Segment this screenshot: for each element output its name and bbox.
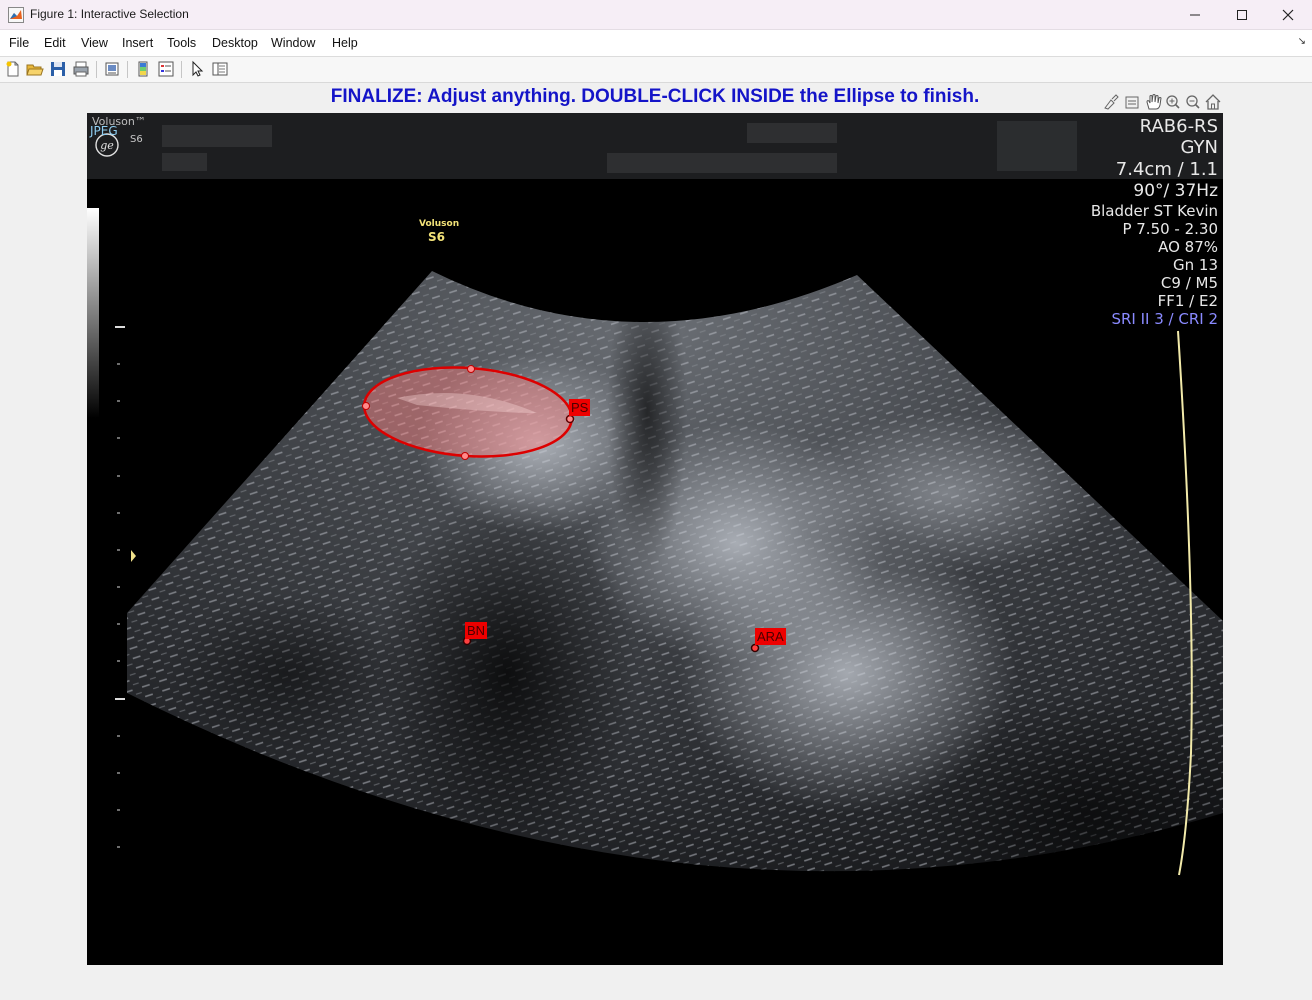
hud-sri: SRI II 3 / CRI 2 (1111, 310, 1218, 328)
roi-label-ara: ARA (755, 628, 786, 645)
minimize-button[interactable] (1172, 0, 1218, 29)
svg-text:ge: ge (100, 139, 114, 152)
minimize-icon (1190, 14, 1200, 15)
grayscale-bar (87, 208, 99, 418)
property-inspector-icon[interactable] (211, 60, 229, 78)
brush-icon[interactable] (1104, 94, 1119, 110)
hud-ao: AO 87% (1158, 238, 1218, 256)
maximize-button[interactable] (1219, 0, 1265, 29)
ellipse-handle-left[interactable] (362, 402, 370, 410)
depth-scale (115, 326, 125, 848)
hud-ff: FF1 / E2 (1157, 292, 1218, 310)
new-figure-icon[interactable] (4, 60, 22, 78)
roi-label-ps: PS (569, 399, 591, 416)
data-tips-icon[interactable] (1125, 96, 1139, 109)
zoom-out-icon[interactable] (1186, 95, 1200, 109)
hud-depth: 7.4cm / 1.1 (1115, 159, 1218, 180)
hud-c: C9 / M5 (1160, 274, 1218, 292)
window-title: Figure 1: Interactive Selection (30, 7, 189, 21)
hud-gain: Gn 13 (1173, 256, 1218, 274)
menu-expand-icon[interactable]: ↘ (1298, 36, 1306, 47)
point-marker-ara[interactable] (750, 643, 760, 653)
scan-fan (127, 271, 1223, 872)
menu-bar: File Edit View Insert Tools Desktop Wind… (0, 30, 1312, 57)
focus-marker-icon (131, 550, 136, 562)
roi-label-bn: BN (465, 622, 488, 639)
open-file-icon[interactable] (26, 60, 44, 78)
save-icon[interactable] (49, 60, 67, 78)
maximize-icon (1237, 9, 1247, 20)
ellipse-handle-right[interactable] (565, 414, 575, 424)
format-label: JPEG (90, 124, 118, 138)
model-label: S6 (130, 134, 143, 145)
close-icon (1282, 9, 1294, 20)
figure-toolbar (0, 57, 1312, 83)
menu-desktop[interactable]: Desktop (212, 36, 258, 50)
menu-window[interactable]: Window (271, 36, 315, 50)
ultrasound-image[interactable]: ge Voluson™ JPEG S6 Voluson S6 RAB6-RS G… (87, 113, 1223, 965)
menu-tools[interactable]: Tools (167, 36, 196, 50)
print-icon[interactable] (72, 60, 90, 78)
close-button[interactable] (1265, 0, 1311, 29)
title-bar[interactable]: Figure 1: Interactive Selection (0, 0, 1312, 30)
pan-icon[interactable] (1146, 94, 1162, 110)
hud-power: P 7.50 - 2.30 (1122, 220, 1218, 238)
hud-probe: RAB6-RS (1139, 116, 1218, 137)
menu-view[interactable]: View (81, 36, 108, 50)
matlab-icon (8, 7, 24, 23)
print-preview-icon[interactable] (103, 60, 121, 78)
menu-insert[interactable]: Insert (122, 36, 153, 50)
watermark-brand: Voluson (419, 219, 460, 229)
colorbar-icon[interactable] (134, 60, 152, 78)
axes-toolbar (1104, 94, 1221, 110)
menu-edit[interactable]: Edit (44, 36, 66, 50)
zoom-in-icon[interactable] (1166, 95, 1180, 109)
watermark-model: S6 (428, 230, 445, 244)
hud-preset: Bladder ST Kevin (1090, 202, 1218, 220)
hud-mode: GYN (1180, 137, 1218, 158)
ellipse-handle-bottom[interactable] (461, 452, 469, 460)
ellipse-handle-top[interactable] (467, 365, 475, 373)
home-icon[interactable] (1205, 94, 1221, 110)
menu-file[interactable]: File (9, 36, 29, 50)
hud-angle: 90°/ 37Hz (1133, 181, 1218, 201)
ultrasound-scan: ge (87, 113, 1223, 876)
menu-help[interactable]: Help (332, 36, 358, 50)
legend-icon[interactable] (157, 60, 175, 78)
pointer-icon[interactable] (188, 60, 206, 78)
